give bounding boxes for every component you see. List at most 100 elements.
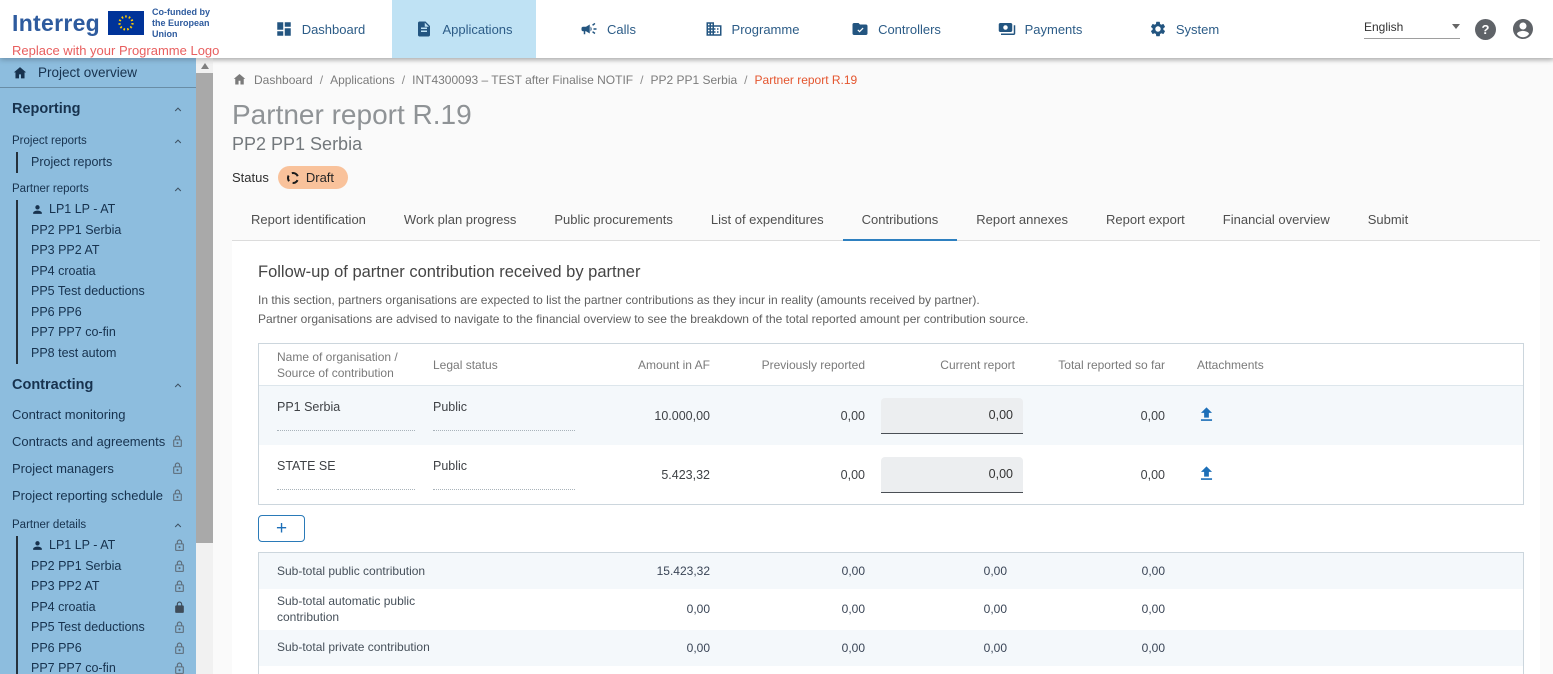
- tab-submit[interactable]: Submit: [1349, 202, 1427, 240]
- nav-label: Applications: [442, 22, 512, 37]
- sidebar-item-partner-report-pp2[interactable]: PP2 PP1 Serbia: [18, 220, 196, 241]
- chevron-down-icon: [1452, 24, 1460, 29]
- person-icon: [31, 539, 44, 552]
- sidebar-item-partner-detail-pp2[interactable]: PP2 PP1 Serbia: [18, 556, 196, 577]
- nav-label: Controllers: [878, 22, 941, 37]
- current-report-input[interactable]: [881, 457, 1023, 493]
- col-attachments: Attachments: [1169, 354, 1523, 376]
- programme-logo-placeholder: Replace with your Programme Logo: [12, 43, 232, 58]
- nav-payments[interactable]: Payments: [968, 0, 1112, 58]
- nav-applications[interactable]: Applications: [392, 0, 536, 58]
- tab-work-plan-progress[interactable]: Work plan progress: [385, 202, 535, 240]
- help-icon[interactable]: ?: [1475, 19, 1496, 40]
- sidebar-subsection-partner-details[interactable]: Partner details: [0, 509, 196, 536]
- upload-icon: [1197, 405, 1216, 424]
- nav-label: System: [1176, 22, 1219, 37]
- lock-icon: [173, 580, 186, 593]
- sidebar-item-partner-report-pp7[interactable]: PP7 PP7 co-fin: [18, 323, 196, 344]
- upload-attachment-button[interactable]: [1197, 464, 1216, 486]
- applications-icon: [415, 20, 433, 38]
- subtotal-amount-af: 0,00: [579, 641, 714, 655]
- sidebar-item-partner-report-pp4[interactable]: PP4 croatia: [18, 261, 196, 282]
- sidebar-item-contract-monitoring[interactable]: Contract monitoring: [0, 401, 196, 428]
- col-current-report: Current report: [869, 354, 1019, 376]
- sidebar-subsection-project-reports[interactable]: Project reports: [0, 125, 196, 152]
- nav-dashboard[interactable]: Dashboard: [248, 0, 392, 58]
- tab-contributions[interactable]: Contributions: [843, 202, 958, 240]
- language-value: English: [1364, 20, 1403, 34]
- col-legal-status: Legal status: [429, 354, 579, 376]
- breadcrumb-applications[interactable]: Applications: [330, 73, 395, 87]
- tab-financial-overview[interactable]: Financial overview: [1204, 202, 1349, 240]
- eu-flag-icon: [108, 11, 144, 35]
- breadcrumb-partner[interactable]: PP2 PP1 Serbia: [650, 73, 737, 87]
- chevron-up-icon: [172, 519, 184, 531]
- section-description-1: In this section, partners organisations …: [258, 291, 1540, 310]
- nav-label: Payments: [1025, 22, 1083, 37]
- sidebar-item-partner-report-pp6[interactable]: PP6 PP6: [18, 302, 196, 323]
- nav-calls[interactable]: Calls: [536, 0, 680, 58]
- lock-icon: [171, 462, 184, 475]
- tab-report-identification[interactable]: Report identification: [232, 202, 385, 240]
- sidebar-item-project-managers[interactable]: Project managers: [0, 455, 196, 482]
- sidebar-item-partner-report-pp5[interactable]: PP5 Test deductions: [18, 282, 196, 303]
- lock-icon: [173, 662, 186, 674]
- account-icon[interactable]: [1511, 17, 1535, 41]
- tab-list-of-expenditures[interactable]: List of expenditures: [692, 202, 843, 240]
- total-reported-value: 0,00: [1019, 409, 1169, 423]
- current-report-input[interactable]: [881, 398, 1023, 434]
- breadcrumb-dashboard[interactable]: Dashboard: [254, 73, 313, 87]
- sidebar-item-partner-detail-pp7[interactable]: PP7 PP7 co-fin: [18, 659, 196, 674]
- upload-icon: [1197, 464, 1216, 483]
- nav-label: Programme: [732, 22, 800, 37]
- sidebar-item-contracts-agreements[interactable]: Contracts and agreements: [0, 428, 196, 455]
- sidebar-item-partner-report-lp1[interactable]: LP1 LP - AT: [18, 200, 196, 221]
- lock-icon: [171, 489, 184, 502]
- sidebar-item-project-reports[interactable]: Project reports: [18, 152, 196, 173]
- chevron-up-icon: [172, 183, 184, 195]
- contributions-table: Name of organisation / Source of contrib…: [258, 343, 1524, 505]
- scrollbar-thumb[interactable]: [196, 73, 213, 543]
- sidebar-item-partner-detail-lp1[interactable]: LP1 LP - AT: [18, 536, 196, 557]
- contributions-card: Follow-up of partner contribution receiv…: [232, 241, 1540, 674]
- lock-filled-icon: [173, 601, 186, 614]
- sidebar-item-partner-detail-pp4[interactable]: PP4 croatia: [18, 597, 196, 618]
- home-icon: [12, 65, 28, 81]
- total-row: Total 15.423,32 0,00 0,00 0,00: [259, 666, 1523, 674]
- sidebar-section-reporting[interactable]: Reporting: [0, 88, 196, 125]
- status-row: Status Draft: [232, 166, 1553, 189]
- scrollbar-up-button[interactable]: [196, 58, 213, 73]
- project-sidebar: Project overview Reporting Project repor…: [0, 58, 196, 674]
- sidebar-item-partner-report-pp3[interactable]: PP3 PP2 AT: [18, 241, 196, 262]
- sidebar-item-project-overview[interactable]: Project overview: [0, 58, 196, 88]
- sidebar-subsection-partner-reports[interactable]: Partner reports: [0, 173, 196, 200]
- sidebar-item-partner-report-pp8[interactable]: PP8 test autom: [18, 343, 196, 364]
- lock-icon: [173, 642, 186, 655]
- upload-attachment-button[interactable]: [1197, 405, 1216, 427]
- language-select[interactable]: English: [1364, 20, 1460, 39]
- nav-programme[interactable]: Programme: [680, 0, 824, 58]
- nav-label: Calls: [607, 22, 636, 37]
- organisation-name: STATE SE: [277, 459, 415, 490]
- tab-public-procurements[interactable]: Public procurements: [535, 202, 692, 240]
- add-contribution-button[interactable]: +: [258, 515, 305, 542]
- nav-controllers[interactable]: Controllers: [824, 0, 968, 58]
- nav-label: Dashboard: [302, 22, 366, 37]
- subtotal-label: Sub-total public contribution: [277, 563, 425, 579]
- sidebar-item-partner-detail-pp3[interactable]: PP3 PP2 AT: [18, 577, 196, 598]
- subtotal-row: Sub-total private contribution 0,00 0,00…: [259, 630, 1523, 666]
- legal-status-value: Public: [433, 459, 575, 490]
- payments-icon: [998, 20, 1016, 38]
- cofunded-label: Co-funded by the European Union: [152, 7, 232, 39]
- report-tabs: Report identification Work plan progress…: [232, 202, 1540, 241]
- table-row: STATE SE Public 5.423,32 0,00 0,00: [259, 445, 1523, 504]
- nav-system[interactable]: System: [1112, 0, 1256, 58]
- sidebar-item-partner-detail-pp6[interactable]: PP6 PP6: [18, 638, 196, 659]
- top-navigation-bar: Interreg Co-funded by the European Union…: [0, 0, 1553, 58]
- sidebar-item-project-reporting-schedule[interactable]: Project reporting schedule: [0, 482, 196, 509]
- breadcrumb-project[interactable]: INT4300093 – TEST after Finalise NOTIF: [412, 73, 633, 87]
- tab-report-annexes[interactable]: Report annexes: [957, 202, 1087, 240]
- sidebar-item-partner-detail-pp5[interactable]: PP5 Test deductions: [18, 618, 196, 639]
- tab-report-export[interactable]: Report export: [1087, 202, 1204, 240]
- sidebar-section-contracting[interactable]: Contracting: [0, 364, 196, 401]
